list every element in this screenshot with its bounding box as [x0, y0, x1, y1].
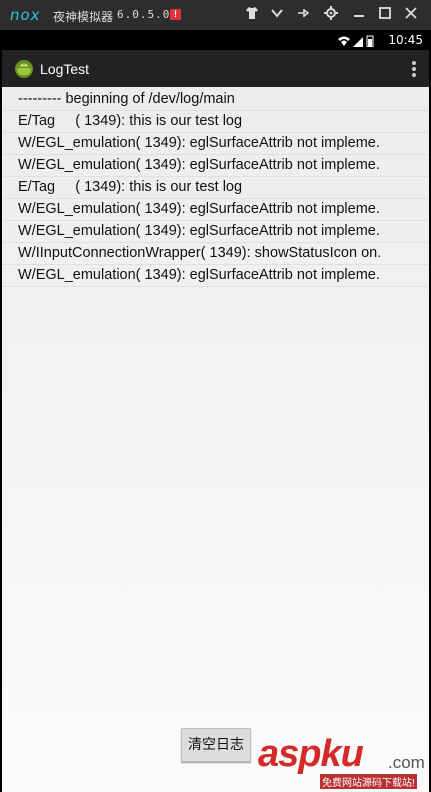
log-line: --------- beginning of /dev/log/main — [2, 89, 429, 111]
log-line: W/IInputConnectionWrapper( 1349): showSt… — [2, 243, 429, 265]
log-line: W/EGL_emulation( 1349): eglSurfaceAttrib… — [2, 199, 429, 221]
pin-icon[interactable] — [294, 6, 312, 24]
watermark-main: aspku — [258, 733, 364, 775]
emulator-title: 夜神模拟器 — [53, 10, 114, 24]
wifi-icon — [338, 36, 350, 46]
signal-icon — [353, 37, 363, 47]
status-bar: 10:45 — [2, 30, 429, 50]
log-line: W/EGL_emulation( 1349): eglSurfaceAttrib… — [2, 133, 429, 155]
clear-log-button[interactable]: 清空日志 — [181, 728, 251, 762]
action-bar: LogTest — [2, 50, 429, 87]
log-line: E/Tag ( 1349): this is our test log — [2, 177, 429, 199]
log-line: W/EGL_emulation( 1349): eglSurfaceAttrib… — [2, 155, 429, 177]
watermark: aspku .com 免费网站源码下载站! — [258, 733, 428, 791]
log-line: E/Tag ( 1349): this is our test log — [2, 111, 429, 133]
status-icons — [337, 34, 381, 48]
watermark-sub: 免费网站源码下载站! — [320, 774, 417, 789]
app-title: LogTest — [40, 61, 90, 77]
emulator-titlebar: nox 夜神模拟器 6.0.5.0 ! — [0, 0, 431, 30]
gear-icon[interactable] — [322, 6, 340, 24]
log-line: W/EGL_emulation( 1349): eglSurfaceAttrib… — [2, 265, 429, 287]
shirt-icon[interactable] — [243, 6, 261, 24]
overflow-menu-icon[interactable] — [409, 59, 419, 79]
emulator-version: 6.0.5.0 — [117, 8, 171, 21]
nox-logo: nox — [10, 6, 41, 24]
update-badge[interactable]: ! — [170, 9, 181, 20]
log-line: W/EGL_emulation( 1349): eglSurfaceAttrib… — [2, 221, 429, 243]
maximize-icon[interactable] — [376, 6, 394, 24]
chevron-down-icon[interactable] — [268, 6, 286, 24]
android-screen: 10:45 LogTest --------- beginning of /de… — [2, 30, 429, 792]
minimize-icon[interactable] — [350, 6, 368, 24]
watermark-suffix: .com — [388, 753, 425, 772]
close-icon[interactable] — [402, 6, 420, 24]
android-icon — [14, 58, 34, 80]
status-time: 10:45 — [388, 33, 423, 47]
log-list[interactable]: --------- beginning of /dev/log/main E/T… — [2, 89, 429, 287]
